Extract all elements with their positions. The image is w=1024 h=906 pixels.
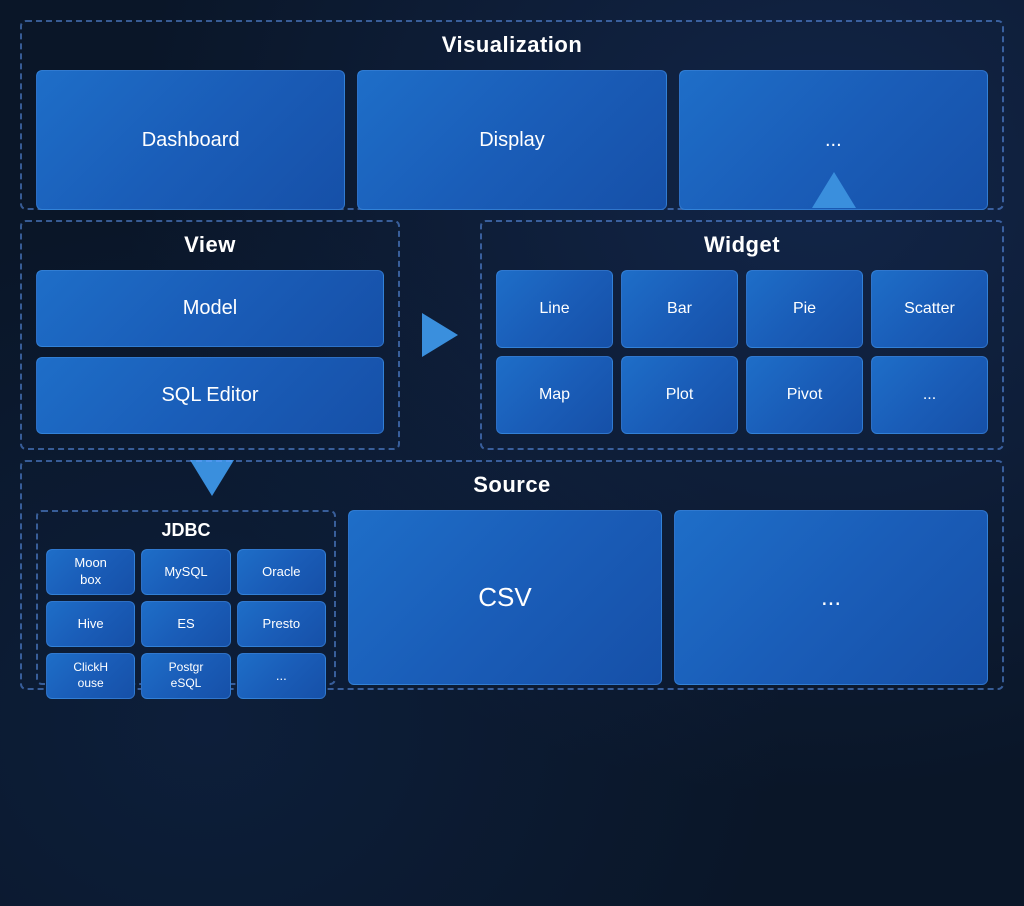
view-cards: Model SQL Editor (36, 270, 384, 434)
csv-card[interactable]: CSV (348, 510, 662, 685)
line-card[interactable]: Line (496, 270, 613, 348)
middle-row: View Model SQL Editor Widget (20, 220, 1004, 450)
hive-card[interactable]: Hive (46, 601, 135, 647)
oracle-card[interactable]: Oracle (237, 549, 326, 595)
moonbox-card[interactable]: Moon box (46, 549, 135, 595)
postgresql-card[interactable]: Postgr eSQL (141, 653, 230, 699)
widget-grid: Line Bar Pie Scatter Map Plot Pi (496, 270, 988, 434)
map-card[interactable]: Map (496, 356, 613, 434)
jdbc-box: JDBC Moon box MySQL Oracle Hive (36, 510, 336, 685)
mysql-card[interactable]: MySQL (141, 549, 230, 595)
source-title: Source (36, 472, 988, 498)
jdbc-title: JDBC (46, 520, 326, 541)
arrow-right-shape (422, 313, 458, 357)
jdbc-grid: Moon box MySQL Oracle Hive ES (46, 549, 326, 699)
jdbc-ellipsis-card[interactable]: ... (237, 653, 326, 699)
source-section: Source JDBC Moon box MySQL Oracle Hive (20, 460, 1004, 690)
source-cards-row: JDBC Moon box MySQL Oracle Hive (36, 510, 988, 685)
main-container: Visualization Dashboard Display ... View… (0, 0, 1024, 906)
widget-section: Widget Line Bar Pie Scatter Map Pl (480, 220, 1004, 450)
visualization-title: Visualization (36, 32, 988, 58)
pie-card[interactable]: Pie (746, 270, 863, 348)
dashboard-card[interactable]: Dashboard (36, 70, 345, 210)
scatter-card[interactable]: Scatter (871, 270, 988, 348)
display-card[interactable]: Display (357, 70, 666, 210)
view-section: View Model SQL Editor (20, 220, 400, 450)
view-title: View (36, 232, 384, 258)
sql-editor-card[interactable]: SQL Editor (36, 357, 384, 434)
arrow-up-shape (812, 172, 856, 208)
widget-ellipsis-card[interactable]: ... (871, 356, 988, 434)
plot-card[interactable]: Plot (621, 356, 738, 434)
source-ellipsis-card[interactable]: ... (674, 510, 988, 685)
arrow-up-viz (804, 172, 864, 208)
pivot-card[interactable]: Pivot (746, 356, 863, 434)
model-card[interactable]: Model (36, 270, 384, 347)
widget-title: Widget (496, 232, 988, 258)
bar-card[interactable]: Bar (621, 270, 738, 348)
arrow-right-container (410, 220, 470, 450)
es-card[interactable]: ES (141, 601, 230, 647)
clickhouse-card[interactable]: ClickH ouse (46, 653, 135, 699)
presto-card[interactable]: Presto (237, 601, 326, 647)
